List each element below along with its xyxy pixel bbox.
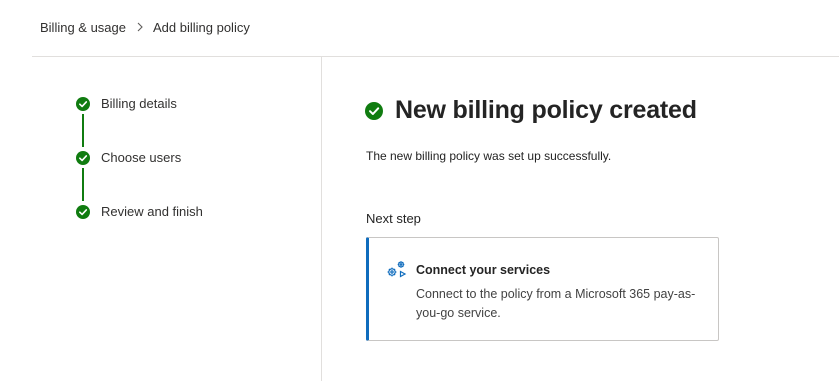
breadcrumb: Billing & usage Add billing policy xyxy=(40,18,250,36)
breadcrumb-item-billing-usage[interactable]: Billing & usage xyxy=(40,20,126,35)
connect-services-card[interactable]: Connect your services Connect to the pol… xyxy=(366,237,719,341)
step-label: Choose users xyxy=(101,150,182,165)
next-step-heading: Next step xyxy=(366,211,421,226)
chevron-right-icon xyxy=(136,22,144,32)
card-title: Connect your services xyxy=(416,263,551,277)
success-message: The new billing policy was set up succes… xyxy=(366,149,612,163)
panel-divider xyxy=(321,57,322,381)
step-choose-users[interactable]: Choose users xyxy=(76,150,181,165)
success-check-icon xyxy=(365,101,383,120)
card-description: Connect to the policy from a Microsoft 3… xyxy=(416,287,696,320)
step-label: Billing details xyxy=(101,96,177,111)
check-circle-icon xyxy=(76,96,90,111)
gears-icon xyxy=(384,258,408,282)
page-heading: New billing policy created xyxy=(365,96,697,125)
step-label: Review and finish xyxy=(101,204,203,219)
check-circle-icon xyxy=(76,150,90,165)
step-review-and-finish[interactable]: Review and finish xyxy=(76,204,203,219)
breadcrumb-item-add-billing-policy: Add billing policy xyxy=(153,19,250,35)
header-divider xyxy=(32,56,839,57)
page-title: New billing policy created xyxy=(395,96,697,124)
step-billing-details[interactable]: Billing details xyxy=(76,96,177,111)
step-connector xyxy=(82,168,84,201)
check-circle-icon xyxy=(76,204,90,219)
step-connector xyxy=(82,114,84,147)
